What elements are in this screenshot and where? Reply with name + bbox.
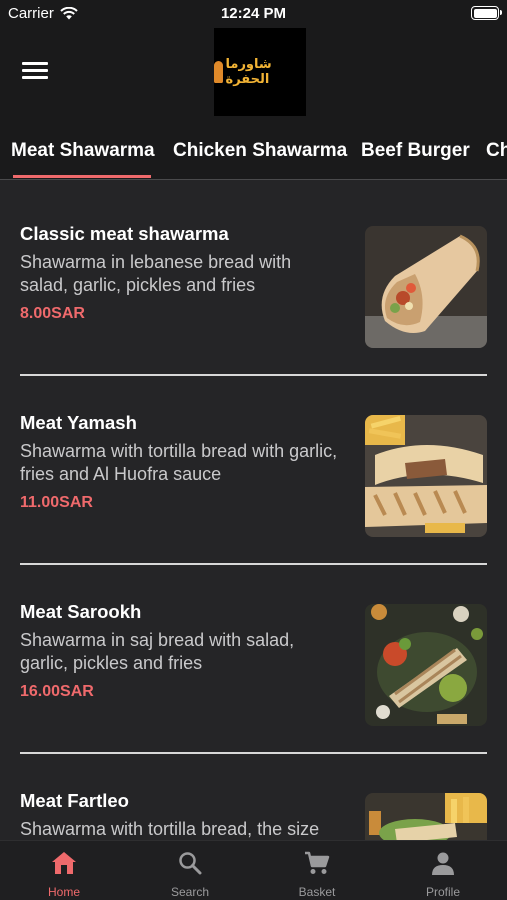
active-tab-indicator — [13, 175, 151, 178]
item-image — [365, 604, 487, 726]
search-icon — [179, 852, 202, 875]
tabbar-search[interactable]: Search — [140, 849, 240, 899]
restaurant-logo: شاورما الحفرة — [214, 28, 306, 116]
tabbar-profile[interactable]: Profile — [393, 849, 493, 899]
item-description: Shawarma with tortilla bread, the size — [20, 819, 320, 839]
logo-figure-icon — [214, 61, 223, 83]
app-header: شاورما الحفرة — [0, 28, 507, 124]
tabbar-label: Profile — [425, 885, 460, 899]
menu-list: Classic meat shawarma Shawarma in lebane… — [0, 180, 507, 840]
item-image — [365, 226, 487, 348]
menu-item[interactable]: Meat Sarookh Shawarma in saj bread with … — [20, 558, 487, 754]
tabbar-label: Home — [47, 885, 80, 899]
menu-item[interactable]: Classic meat shawarma Shawarma in lebane… — [20, 180, 487, 376]
tab-chicken-shawarma[interactable]: Chicken Shawarma — [173, 140, 347, 162]
tab-beef-burger[interactable]: Beef Burger — [361, 140, 470, 162]
item-price: 11.00SAR — [20, 494, 93, 511]
item-name: Meat Sarookh — [20, 601, 142, 622]
item-image — [365, 415, 487, 537]
menu-item[interactable]: Meat Yamash Shawarma with tortilla bread… — [20, 369, 487, 565]
home-icon — [52, 852, 76, 874]
item-price: 8.00SAR — [20, 305, 85, 322]
category-tabs: Meat Shawarma Chicken Shawarma Beef Burg… — [0, 124, 507, 180]
menu-item[interactable]: Meat Fartleo Shawarma with tortilla brea… — [20, 747, 487, 840]
item-image — [365, 793, 487, 840]
status-bar: Carrier 12:24 PM — [0, 0, 507, 28]
item-price: 16.00SAR — [20, 683, 94, 700]
bottom-tab-bar: Home Search Basket Profile — [0, 840, 507, 900]
item-name: Meat Yamash — [20, 412, 137, 433]
item-description: Shawarma with tortilla bread with garlic… — [20, 441, 338, 484]
tab-partial[interactable]: Ch — [486, 140, 507, 162]
menu-icon[interactable] — [22, 62, 48, 82]
item-name: Classic meat shawarma — [20, 223, 229, 244]
profile-icon — [432, 852, 454, 875]
tabbar-basket[interactable]: Basket — [267, 849, 367, 899]
tabbar-label: Search — [170, 885, 210, 899]
tab-meat-shawarma[interactable]: Meat Shawarma — [11, 140, 155, 162]
tabbar-home[interactable]: Home — [14, 849, 114, 899]
item-description: Shawarma in lebanese bread with salad, g… — [20, 252, 292, 295]
logo-text: شاورما الحفرة — [225, 57, 272, 87]
item-description: Shawarma in saj bread with salad, garlic… — [20, 630, 295, 673]
battery-icon — [471, 6, 502, 20]
item-name: Meat Fartleo — [20, 790, 129, 811]
status-time: 12:24 PM — [220, 5, 287, 22]
tabbar-label: Basket — [298, 885, 336, 899]
basket-icon — [305, 851, 330, 874]
